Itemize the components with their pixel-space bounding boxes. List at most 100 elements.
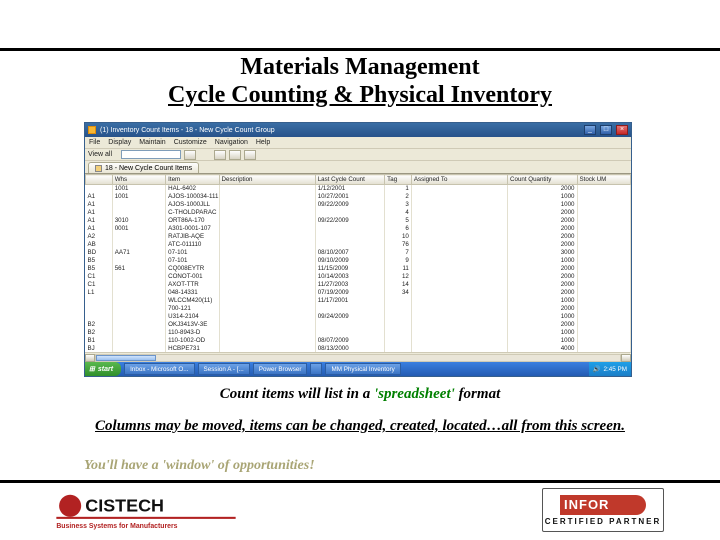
menu-display[interactable]: Display [108, 139, 131, 146]
cell[interactable] [411, 321, 507, 329]
cell[interactable]: 09/22/2009 [315, 217, 384, 225]
table-row[interactable]: U314-210409/24/20091000 [86, 313, 631, 321]
cell[interactable]: B5 [86, 265, 113, 273]
table-row[interactable]: B1110-1002-OD08/07/20091000 [86, 337, 631, 345]
table-row[interactable]: B5561CQ008EYTR11/15/2009112000 [86, 265, 631, 273]
cell[interactable] [385, 337, 412, 345]
cell[interactable]: HAL-6402 [166, 185, 219, 194]
cell[interactable]: 1000 [508, 329, 577, 337]
cell[interactable]: 9 [385, 257, 412, 265]
cell[interactable]: U314-2104 [166, 313, 219, 321]
cell[interactable]: B2 [86, 321, 113, 329]
cell[interactable] [315, 329, 384, 337]
cell[interactable] [411, 305, 507, 313]
cell[interactable]: 2000 [508, 209, 577, 217]
cell[interactable]: 1001 [112, 193, 165, 201]
table-row[interactable]: 1001HAL-64021/12/200112000 [86, 185, 631, 194]
cell[interactable]: 1001 [112, 185, 165, 194]
cell[interactable] [219, 201, 315, 209]
cell[interactable] [577, 233, 631, 241]
cell[interactable] [219, 281, 315, 289]
column-header[interactable] [86, 175, 113, 185]
cell[interactable]: A1 [86, 193, 113, 201]
cell[interactable]: 08/13/2000 [315, 345, 384, 352]
column-header[interactable]: Tag [385, 175, 412, 185]
column-header[interactable]: Assigned To [411, 175, 507, 185]
cell[interactable]: 3010 [112, 217, 165, 225]
cell[interactable]: 2000 [508, 321, 577, 329]
cell[interactable]: 1/12/2001 [315, 185, 384, 194]
cell[interactable] [577, 297, 631, 305]
table-row[interactable]: WLCCM420(11)11/17/20011000 [86, 297, 631, 305]
table-row[interactable]: C1CONOT-00110/14/2003122000 [86, 273, 631, 281]
cell[interactable]: 2000 [508, 273, 577, 281]
cell[interactable] [411, 209, 507, 217]
cell[interactable]: 6 [385, 225, 412, 233]
cell[interactable]: 1000 [508, 313, 577, 321]
cell[interactable] [577, 193, 631, 201]
cell[interactable] [315, 225, 384, 233]
cell[interactable] [112, 313, 165, 321]
table-row[interactable]: C1AXOT-TTR11/27/2003142000 [86, 281, 631, 289]
cell[interactable]: 3000 [508, 249, 577, 257]
cell[interactable] [577, 345, 631, 352]
cell[interactable]: C-THOLDPARAC [166, 209, 219, 217]
tab-count-items[interactable]: 18 - New Cycle Count Items [88, 162, 199, 173]
cell[interactable] [86, 305, 113, 313]
cell[interactable]: 10 [385, 233, 412, 241]
table-row[interactable]: L1048-1433107/19/2009342000 [86, 289, 631, 297]
menu-file[interactable]: File [89, 139, 100, 146]
cell[interactable]: AB [86, 241, 113, 249]
cell[interactable] [219, 273, 315, 281]
cell[interactable] [411, 249, 507, 257]
cell[interactable]: 07-101 [166, 257, 219, 265]
table-row[interactable]: A1C-THOLDPARAC42000 [86, 209, 631, 217]
taskbar-item[interactable] [310, 363, 322, 375]
cell[interactable]: A1 [86, 217, 113, 225]
cell[interactable] [219, 257, 315, 265]
cell[interactable]: 07/19/2009 [315, 289, 384, 297]
cell[interactable] [112, 305, 165, 313]
cell[interactable]: WLCCM420(11) [166, 297, 219, 305]
cell[interactable]: 10/14/2003 [315, 273, 384, 281]
cell[interactable]: L1 [86, 289, 113, 297]
cell[interactable] [577, 265, 631, 273]
taskbar-item[interactable]: Session A - [... [198, 363, 250, 375]
cell[interactable]: A1 [86, 225, 113, 233]
toolbar-icon[interactable] [244, 150, 256, 160]
cell[interactable] [219, 337, 315, 345]
cell[interactable] [112, 201, 165, 209]
cell[interactable]: BD [86, 249, 113, 257]
cell[interactable]: 12 [385, 273, 412, 281]
cell[interactable] [219, 249, 315, 257]
cell[interactable]: 4000 [508, 345, 577, 352]
cell[interactable]: 2000 [508, 233, 577, 241]
cell[interactable] [577, 337, 631, 345]
cell[interactable] [219, 305, 315, 313]
cell[interactable] [315, 321, 384, 329]
table-row[interactable]: BDAA7107-10108/10/200773000 [86, 249, 631, 257]
cell[interactable]: C1 [86, 273, 113, 281]
column-header[interactable]: Item [166, 175, 219, 185]
cell[interactable] [411, 233, 507, 241]
cell[interactable] [411, 217, 507, 225]
horizontal-scrollbar[interactable] [85, 352, 631, 362]
cell[interactable] [577, 225, 631, 233]
cell[interactable] [219, 321, 315, 329]
cell[interactable] [112, 337, 165, 345]
cell[interactable] [385, 321, 412, 329]
cell[interactable]: 2000 [508, 305, 577, 313]
cell[interactable] [577, 249, 631, 257]
cell[interactable]: 1000 [508, 193, 577, 201]
cell[interactable] [411, 281, 507, 289]
cell[interactable]: 10/27/2001 [315, 193, 384, 201]
cell[interactable] [112, 281, 165, 289]
cell[interactable] [385, 329, 412, 337]
cell[interactable]: 2000 [508, 225, 577, 233]
cell[interactable]: 09/22/2009 [315, 201, 384, 209]
cell[interactable] [112, 345, 165, 352]
cell[interactable] [577, 217, 631, 225]
cell[interactable] [112, 233, 165, 241]
cell[interactable] [411, 313, 507, 321]
system-tray[interactable]: 🔊 2:45 PM [589, 362, 631, 376]
